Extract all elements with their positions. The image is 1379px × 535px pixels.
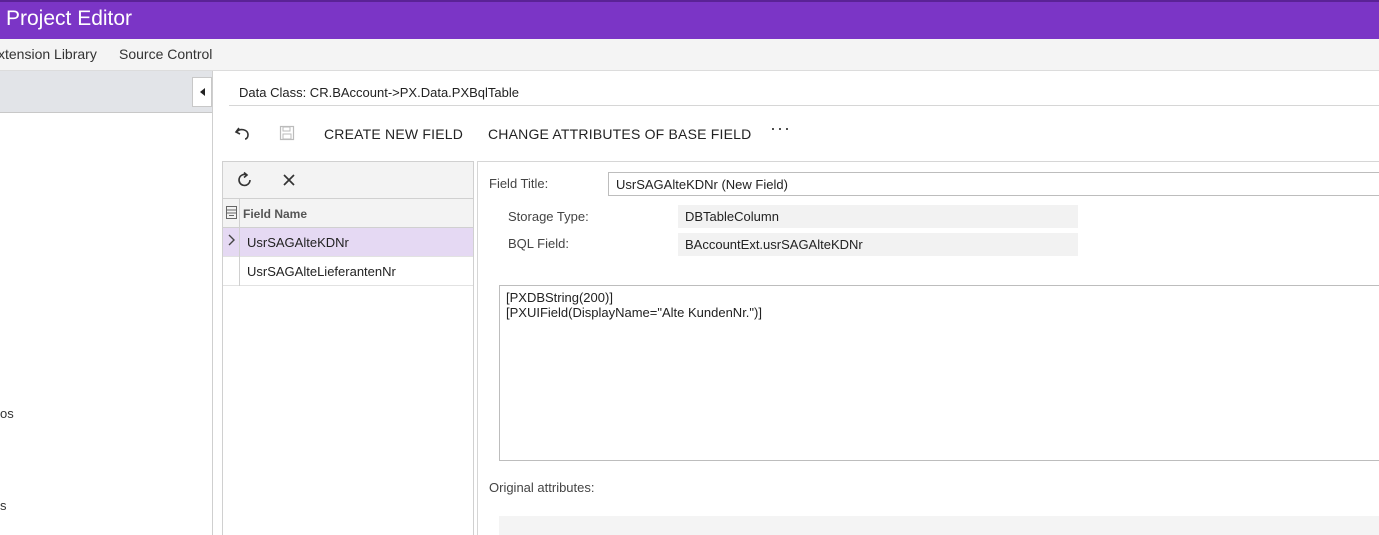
attributes-editor[interactable]: [PXDBString(200)] [PXUIField(DisplayName… [499, 285, 1379, 461]
original-attributes-area [499, 516, 1379, 535]
bql-field-value: BAccountExt.usrSAGAlteKDNr [685, 237, 863, 252]
table-row[interactable]: UsrSAGAlteLieferantenNr [223, 257, 473, 286]
storage-type-field: DBTableColumn [678, 205, 1078, 228]
code-line: [PXDBString(200)] [506, 290, 613, 305]
bql-field-label: BQL Field: [508, 236, 569, 251]
create-new-field-button[interactable]: CREATE NEW FIELD [324, 126, 463, 142]
field-name-cell: UsrSAGAlteKDNr [247, 235, 349, 250]
divider [229, 105, 1379, 106]
bql-field-field: BAccountExt.usrSAGAlteKDNr [678, 233, 1078, 256]
original-attributes-label: Original attributes: [489, 480, 595, 495]
sidebar-header [0, 71, 212, 113]
app-title: Project Editor [6, 7, 133, 30]
fields-grid: Field Name UsrSAGAlteKDNr UsrSAGAlteLief… [222, 161, 474, 535]
save-icon[interactable] [279, 124, 295, 147]
refresh-icon[interactable] [236, 171, 254, 194]
sidebar-item-text[interactable]: s [0, 498, 7, 513]
menu-item-extension-library[interactable]: xtension Library [0, 46, 97, 62]
close-icon[interactable] [281, 172, 297, 193]
column-settings-icon[interactable] [226, 206, 237, 224]
field-name-cell: UsrSAGAlteLieferantenNr [247, 264, 396, 279]
collapse-left-icon [199, 88, 205, 96]
main-toolbar: CREATE NEW FIELD CHANGE ATTRIBUTES OF BA… [222, 118, 1379, 150]
field-title-input[interactable]: UsrSAGAlteKDNr (New Field) [608, 172, 1379, 196]
menu-item-source-control[interactable]: Source Control [119, 46, 212, 62]
field-title-label: Field Title: [489, 176, 549, 191]
chevron-right-icon [227, 233, 237, 252]
code-line: [PXUIField(DisplayName="Alte KundenNr.")… [506, 305, 762, 320]
storage-type-label: Storage Type: [508, 209, 589, 224]
field-title-value: UsrSAGAlteKDNr (New Field) [616, 177, 788, 192]
grid-header: Field Name [223, 199, 473, 228]
sidebar: os s [0, 71, 213, 535]
row-selector-column [239, 199, 240, 286]
menu-bar: xtension Library Source Control [0, 39, 1379, 71]
field-name-header[interactable]: Field Name [243, 207, 307, 221]
collapse-sidebar-button[interactable] [192, 77, 212, 107]
title-bar: Project Editor [0, 0, 1379, 39]
more-icon[interactable]: ··· [770, 118, 791, 139]
sidebar-item-text[interactable]: os [0, 406, 14, 421]
data-class-label: Data Class: CR.BAccount->PX.Data.PXBqlTa… [239, 85, 519, 100]
change-attributes-button[interactable]: CHANGE ATTRIBUTES OF BASE FIELD [488, 126, 751, 142]
storage-type-value: DBTableColumn [685, 209, 779, 224]
grid-toolbar [223, 162, 473, 199]
undo-icon[interactable] [234, 124, 252, 147]
table-row[interactable]: UsrSAGAlteKDNr [223, 228, 473, 257]
